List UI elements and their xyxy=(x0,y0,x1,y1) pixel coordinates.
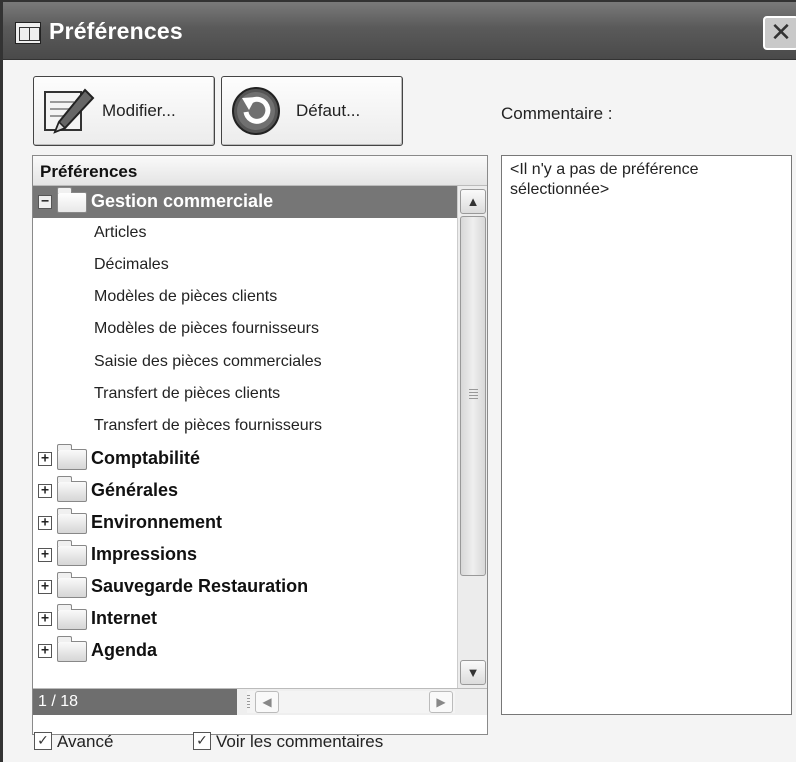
tree-group-label: Internet xyxy=(91,608,158,628)
tree-group-label: Agenda xyxy=(91,640,158,660)
tree-group[interactable]: + Sauvegarde Restauration xyxy=(33,571,457,603)
dialog-body: Modifier... Défaut... Commentaire : Préf… xyxy=(3,60,796,762)
grip-icon xyxy=(247,695,250,709)
modify-button-label: Modifier... xyxy=(102,101,176,120)
tree-group[interactable]: + Impressions xyxy=(33,539,457,571)
tree-group-label: Générales xyxy=(91,480,179,500)
tree-group-label: Sauvegarde Restauration xyxy=(91,576,309,596)
tree-item-label: Décimales xyxy=(94,256,169,273)
tree-item-label: Transfert de pièces fournisseurs xyxy=(94,417,322,434)
expand-icon[interactable]: + xyxy=(38,452,52,466)
window-title: Préférences xyxy=(49,18,183,44)
tree-group-label: Comptabilité xyxy=(91,448,201,468)
tree-group[interactable]: + Environnement xyxy=(33,507,457,539)
scroll-thumb[interactable] xyxy=(460,216,486,576)
tree-item[interactable]: Transfert de pièces clients xyxy=(33,379,457,411)
tree-status-bar: 1 / 18 ◀ ▶ xyxy=(33,688,487,715)
scroll-down-icon[interactable]: ▼ xyxy=(460,660,486,685)
expand-icon[interactable]: + xyxy=(38,580,52,594)
tree-group-label: Gestion commerciale xyxy=(91,191,274,211)
preferences-window: Préférences ✕ Modifier... Défaut... Comm… xyxy=(0,0,796,762)
expand-icon[interactable]: + xyxy=(38,484,52,498)
tree-item-label: Transfert de pièces clients xyxy=(94,385,281,402)
horizontal-scrollbar[interactable]: ◀ ▶ xyxy=(247,691,455,713)
tree-item-label: Modèles de pièces fournisseurs xyxy=(94,320,320,337)
comment-panel: <Il n'y a pas de préférence sélectionnée… xyxy=(501,155,792,715)
tree-item[interactable]: Saisie des pièces commerciales xyxy=(33,347,457,379)
show-comments-checkbox-label: Voir les commentaires xyxy=(216,732,384,751)
tree-group[interactable]: + Générales xyxy=(33,475,457,507)
tree-item[interactable]: Modèles de pièces clients xyxy=(33,282,457,314)
show-comments-checkbox[interactable]: ✓ Voir les commentaires xyxy=(193,730,423,754)
folder-icon xyxy=(57,476,87,502)
expand-icon[interactable]: + xyxy=(38,612,52,626)
folder-icon xyxy=(57,540,87,566)
tree-group-label: Impressions xyxy=(91,544,198,564)
folder-icon xyxy=(57,636,87,662)
folder-icon xyxy=(57,187,87,213)
expand-icon[interactable]: + xyxy=(38,644,52,658)
tree-item[interactable]: Modèles de pièces fournisseurs xyxy=(33,314,457,346)
grip-icon xyxy=(469,389,478,399)
folder-icon xyxy=(57,604,87,630)
folder-icon xyxy=(57,508,87,534)
collapse-icon[interactable]: − xyxy=(38,195,52,209)
scroll-right-icon[interactable]: ▶ xyxy=(429,691,453,713)
tree-group-label: Environnement xyxy=(91,512,223,532)
preferences-app-icon xyxy=(15,22,41,44)
scroll-up-icon[interactable]: ▲ xyxy=(460,189,486,214)
tree-group[interactable]: + Internet xyxy=(33,603,457,635)
comment-text: <Il n'y a pas de préférence sélectionnée… xyxy=(510,161,699,198)
tree-item-label: Modèles de pièces clients xyxy=(94,288,278,305)
expand-icon[interactable]: + xyxy=(38,548,52,562)
advanced-checkbox-label: Avancé xyxy=(57,732,114,751)
tree-item[interactable]: Articles xyxy=(33,218,457,250)
folder-icon xyxy=(57,444,87,470)
close-button[interactable]: ✕ xyxy=(763,16,796,50)
comment-caption: Commentaire : xyxy=(501,104,613,123)
preferences-tree-panel: Préférences − Gestion commerciale Articles… xyxy=(32,155,488,735)
tree-group[interactable]: − Gestion commerciale xyxy=(33,186,457,218)
tree-item-label: Articles xyxy=(94,224,147,241)
expand-icon[interactable]: + xyxy=(38,516,52,530)
folder-icon xyxy=(57,572,87,598)
reset-arrow-icon xyxy=(232,87,280,135)
tree-item-label: Saisie des pièces commerciales xyxy=(94,353,322,370)
checkbox-check-icon[interactable]: ✓ xyxy=(34,732,52,750)
checkbox-check-icon[interactable]: ✓ xyxy=(193,732,211,750)
advanced-checkbox[interactable]: ✓ Avancé xyxy=(34,730,144,754)
tree-group[interactable]: + Comptabilité xyxy=(33,443,457,475)
pencil-edit-icon xyxy=(44,88,95,134)
tree-header: Préférences xyxy=(33,156,487,186)
default-button[interactable]: Défaut... xyxy=(221,76,403,146)
title-bar[interactable]: Préférences ✕ xyxy=(3,2,796,60)
preferences-tree[interactable]: − Gestion commerciale Articles Décimales Mod… xyxy=(33,186,457,688)
tree-group[interactable]: + Agenda xyxy=(33,635,457,667)
tree-item[interactable]: Décimales xyxy=(33,250,457,282)
default-button-label: Défaut... xyxy=(296,101,361,120)
modify-button[interactable]: Modifier... xyxy=(33,76,215,146)
scroll-left-icon[interactable]: ◀ xyxy=(255,691,279,713)
tree-item[interactable]: Transfert de pièces fournisseurs xyxy=(33,411,457,443)
page-counter: 1 / 18 xyxy=(33,689,237,715)
vertical-scrollbar[interactable]: ▲ ▼ xyxy=(457,186,487,688)
